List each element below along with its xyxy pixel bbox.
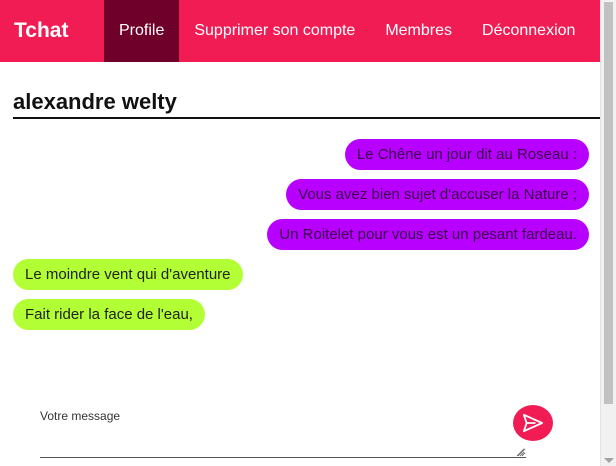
tchat-page: Tchat Profile Supprimer son compte Membr… <box>0 0 616 466</box>
message-row: Le moindre vent qui d'aventure <box>13 259 589 290</box>
sent-message: Un Roitelet pour vous est un pesant fard… <box>267 219 589 250</box>
navbar: Tchat Profile Supprimer son compte Membr… <box>0 0 600 62</box>
message-row: Fait rider la face de l'eau, <box>13 299 589 330</box>
vertical-scrollbar[interactable] <box>600 0 616 466</box>
nav-item-profile[interactable]: Profile <box>104 0 180 62</box>
message-input[interactable] <box>40 426 526 458</box>
message-row: Vous avez bien sujet d'accuser la Nature… <box>13 179 589 210</box>
nav-item-delete-account[interactable]: Supprimer son compte <box>179 0 370 62</box>
sent-message: Vous avez bien sujet d'accuser la Nature… <box>286 179 589 210</box>
sent-message: Le Chêne un jour dit au Roseau : <box>344 139 589 170</box>
received-message: Le moindre vent qui d'aventure <box>13 259 243 290</box>
send-icon <box>523 413 543 433</box>
message-row: Le Chêne un jour dit au Roseau : <box>13 139 589 170</box>
send-button[interactable] <box>513 405 553 441</box>
received-message: Fait rider la face de l'eau, <box>13 299 205 330</box>
message-label: Votre message <box>40 409 121 423</box>
scrollbar-thumb[interactable] <box>604 2 613 404</box>
resize-grip-icon[interactable] <box>516 448 525 457</box>
conversation-title: alexandre welty <box>13 89 601 119</box>
brand-logo[interactable]: Tchat <box>0 0 104 62</box>
scroll-down-icon[interactable] <box>604 458 614 463</box>
nav-item-logout[interactable]: Déconnexion <box>467 0 590 62</box>
message-row: Un Roitelet pour vous est un pesant fard… <box>13 219 589 250</box>
message-list: Le Chêne un jour dit au Roseau : Vous av… <box>13 139 589 339</box>
nav-item-members[interactable]: Membres <box>370 0 467 62</box>
